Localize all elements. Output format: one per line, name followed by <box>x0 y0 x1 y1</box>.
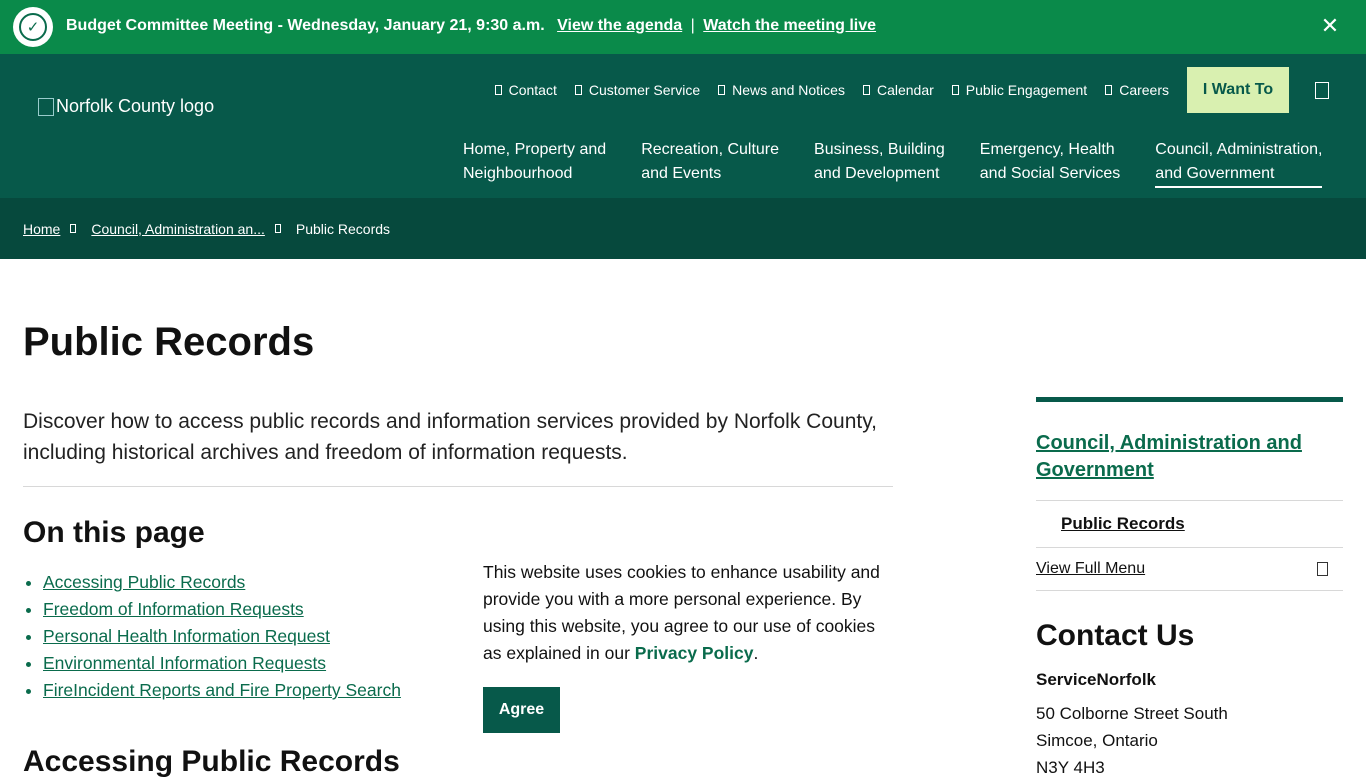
alert-message: Budget Committee Meeting - Wednesday, Ja… <box>66 17 545 34</box>
breadcrumb-home[interactable]: Home <box>23 221 60 237</box>
contact-name: ServiceNorfolk <box>1036 670 1156 689</box>
nav-label: Home, Property and <box>463 141 607 158</box>
alert-banner: ✓ Budget Committee Meeting - Wednesday, … <box>0 0 1366 54</box>
nav-council[interactable]: Council, Administration, and Government <box>1155 138 1323 188</box>
expand-icon <box>1317 562 1328 576</box>
page-title: Public Records <box>23 320 315 364</box>
address-line: Simcoe, Ontario <box>1036 731 1158 750</box>
breadcrumb-current: Public Records <box>295 220 391 237</box>
watch-live-link[interactable]: Watch the meeting live <box>703 17 876 34</box>
nav-label: and Social Services <box>979 165 1121 182</box>
broken-image-icon <box>38 97 54 116</box>
breadcrumb: Home Council, Administration an... Publi… <box>0 198 1366 259</box>
intro-text: Discover how to access public records an… <box>23 406 893 487</box>
nav-label: and Events <box>641 165 722 182</box>
utility-label: Customer Service <box>588 82 701 98</box>
careers-icon <box>1105 85 1113 95</box>
search-icon[interactable] <box>1315 81 1329 99</box>
utility-careers[interactable]: Careers <box>1105 82 1169 98</box>
on-this-page-list: Accessing Public Records Freedom of Info… <box>43 569 401 704</box>
site-header: Norfolk County logo Contact Customer Ser… <box>0 54 1366 198</box>
nav-label: Business, Building <box>814 141 945 158</box>
utility-label: News and Notices <box>732 82 845 98</box>
news-icon <box>718 85 726 95</box>
utility-calendar[interactable]: Calendar <box>862 82 934 98</box>
privacy-policy-link[interactable]: Privacy Policy <box>635 643 754 663</box>
nav-label: Emergency, Health <box>979 141 1115 158</box>
nav-home-property[interactable]: Home, Property and Neighbourhood <box>463 138 606 188</box>
nav-label: Council, Administration, <box>1155 141 1323 158</box>
main-nav: Home, Property and Neighbourhood Recreati… <box>463 138 1323 188</box>
utility-label: Careers <box>1119 82 1169 98</box>
nav-emergency[interactable]: Emergency, Health and Social Services <box>980 138 1121 188</box>
toc-link[interactable]: Freedom of Information Requests <box>43 599 304 619</box>
utility-label: Contact <box>508 82 557 98</box>
nav-label: Recreation, Culture <box>641 141 780 158</box>
customer-service-icon <box>574 85 582 95</box>
section-heading: Accessing Public Records <box>23 745 400 778</box>
list-item: Personal Health Information Request <box>43 623 401 650</box>
nav-business[interactable]: Business, Building and Development <box>814 138 945 188</box>
contact-heading: Contact Us <box>1036 619 1195 652</box>
chevron-right-icon <box>274 224 281 233</box>
check-circle-icon: ✓ <box>13 7 53 47</box>
utility-label: Public Engagement <box>965 82 1088 98</box>
alert-separator: | <box>690 17 695 34</box>
nav-label: Neighbourhood <box>463 165 573 182</box>
chevron-right-icon <box>70 224 77 233</box>
toc-link[interactable]: Personal Health Information Request <box>43 626 330 646</box>
sidebar-section-link[interactable]: Council, Administration and Government <box>1036 402 1343 501</box>
engagement-icon <box>951 85 959 95</box>
i-want-to-button[interactable]: I Want To <box>1187 67 1289 113</box>
nav-recreation[interactable]: Recreation, Culture and Events <box>641 138 779 188</box>
contact-icon <box>494 85 502 95</box>
list-item: Freedom of Information Requests <box>43 596 401 623</box>
utility-public-engagement[interactable]: Public Engagement <box>951 82 1088 98</box>
view-agenda-link[interactable]: View the agenda <box>557 17 682 34</box>
sidebar-item-public-records[interactable]: Public Records <box>1036 501 1343 548</box>
list-item: FireIncident Reports and Fire Property S… <box>43 677 401 704</box>
agree-button[interactable]: Agree <box>483 687 560 733</box>
nav-label: and Development <box>814 165 940 182</box>
utility-news[interactable]: News and Notices <box>718 82 845 98</box>
nav-label: and Government <box>1155 165 1275 182</box>
utility-customer-service[interactable]: Customer Service <box>574 82 701 98</box>
site-logo[interactable]: Norfolk County logo <box>38 96 214 117</box>
alert-text-line: Budget Committee Meeting - Wednesday, Ja… <box>66 17 876 35</box>
close-icon[interactable]: ✕ <box>1318 14 1342 38</box>
view-full-menu[interactable]: View Full Menu <box>1036 548 1343 591</box>
list-item: Accessing Public Records <box>43 569 401 596</box>
utility-nav: Contact Customer Service News and Notice… <box>494 67 1366 113</box>
view-full-menu-label: View Full Menu <box>1036 560 1146 577</box>
breadcrumb-parent[interactable]: Council, Administration an... <box>91 221 265 237</box>
on-this-page-heading: On this page <box>23 516 205 549</box>
calendar-icon <box>862 85 870 95</box>
logo-alt-text: Norfolk County logo <box>56 96 215 116</box>
cookie-notice: This website uses cookies to enhance usa… <box>483 559 893 667</box>
contact-address: 50 Colborne Street South Simcoe, Ontario… <box>1036 700 1343 781</box>
cookie-period: . <box>753 643 759 663</box>
utility-label: Calendar <box>876 82 934 98</box>
list-item: Environmental Information Requests <box>43 650 401 677</box>
utility-contact[interactable]: Contact <box>494 82 557 98</box>
address-line: 50 Colborne Street South <box>1036 704 1228 723</box>
toc-link[interactable]: Accessing Public Records <box>43 572 245 592</box>
toc-link[interactable]: Environmental Information Requests <box>43 653 326 673</box>
toc-link[interactable]: FireIncident Reports and Fire Property S… <box>43 680 401 700</box>
sidebar: Council, Administration and Government P… <box>1036 397 1343 781</box>
